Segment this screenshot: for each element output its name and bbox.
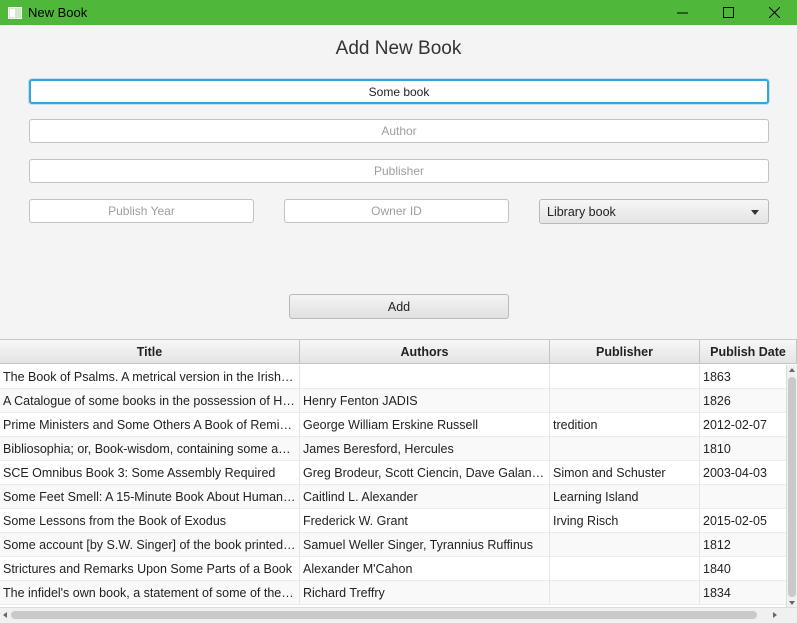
cell-publisher — [550, 533, 700, 557]
cell-publisher — [550, 389, 700, 413]
cell-authors — [300, 365, 550, 389]
vertical-scrollbar[interactable] — [786, 365, 797, 608]
cell-authors: Greg Brodeur, Scott Ciencin, Dave Galant… — [300, 461, 550, 485]
cell-publisher: tredition — [550, 413, 700, 437]
cell-publish-date: 1810 — [703, 442, 731, 456]
scroll-left-icon[interactable] — [3, 612, 7, 618]
scroll-down-icon[interactable] — [789, 601, 795, 605]
author-input[interactable] — [29, 119, 769, 143]
scroll-up-icon[interactable] — [789, 368, 795, 372]
cell-publisher — [550, 437, 700, 461]
cell-authors: Richard Treffry — [300, 581, 550, 605]
cell-publisher: Simon and Schuster — [550, 461, 700, 485]
cell-publish-date: 1812 — [703, 538, 731, 552]
column-header-authors[interactable]: Authors — [300, 340, 550, 364]
owner-id-input[interactable] — [284, 199, 509, 223]
cell-publisher — [550, 365, 700, 389]
cell-authors: Frederick W. Grant — [300, 509, 550, 533]
page-title: Add New Book — [335, 38, 462, 59]
minimize-button[interactable] — [659, 0, 705, 25]
cell-authors: Samuel Weller Singer, Tyrannius Ruffinus — [300, 533, 550, 557]
cell-publish-date: 2012-02-07 — [703, 418, 767, 432]
cell-publish-date: 1840 — [703, 562, 731, 576]
cell-title: Prime Ministers and Some Others A Book o… — [0, 413, 300, 437]
cell-publish-date: 1863 — [703, 370, 731, 384]
table-row[interactable]: SCE Omnibus Book 3: Some Assembly Requir… — [0, 461, 786, 485]
book-type-select[interactable]: Library book — [539, 199, 769, 224]
horizontal-scroll-thumb[interactable] — [11, 611, 757, 619]
cell-publish-date: 1826 — [703, 394, 731, 408]
horizontal-scrollbar[interactable] — [0, 607, 797, 623]
table-row[interactable]: Bibliosophia; or, Book-wisdom, containin… — [0, 437, 786, 461]
cell-publish-date: 1834 — [703, 586, 731, 600]
minimize-icon — [676, 12, 688, 14]
title-bar[interactable]: New Book — [0, 0, 797, 25]
window-title: New Book — [28, 5, 88, 20]
cell-title: Strictures and Remarks Upon Some Parts o… — [0, 557, 300, 581]
books-table: Title Authors Publisher Publish Date The… — [0, 339, 797, 623]
scroll-right-icon[interactable] — [773, 612, 777, 618]
table-row[interactable]: Some Feet Smell: A 15-Minute Book About … — [0, 485, 786, 509]
cell-title: Bibliosophia; or, Book-wisdom, containin… — [0, 437, 300, 461]
cell-title: Some Lessons from the Book of Exodus — [0, 509, 300, 533]
table-row[interactable]: A Catalogue of some books in the possess… — [0, 389, 786, 413]
cell-authors: Caitlind L. Alexander — [300, 485, 550, 509]
book-type-selected-value: Library book — [547, 204, 616, 219]
cell-publisher — [550, 557, 700, 581]
add-button[interactable]: Add — [289, 294, 509, 319]
cell-title: SCE Omnibus Book 3: Some Assembly Requir… — [0, 461, 300, 485]
table-header: Title Authors Publisher Publish Date — [0, 340, 797, 364]
vertical-scroll-thumb[interactable] — [788, 377, 796, 597]
window-controls — [659, 0, 797, 25]
cell-publish-date: 2015-02-05 — [703, 514, 767, 528]
cell-publish-date: 2003-04-03 — [703, 466, 767, 480]
cell-publish-date — [700, 485, 786, 509]
cell-authors: Henry Fenton JADIS — [300, 389, 550, 413]
cell-title: The Book of Psalms. A metrical version i… — [0, 365, 300, 389]
cell-publisher: Irving Risch — [550, 509, 700, 533]
app-icon — [8, 6, 22, 19]
new-book-window: New Book Add New Book Library book Add T… — [0, 0, 797, 623]
column-header-publisher[interactable]: Publisher — [550, 340, 700, 364]
table-row[interactable]: The Book of Psalms. A metrical version i… — [0, 365, 786, 389]
maximize-button[interactable] — [705, 0, 751, 25]
cell-title: Some account [by S.W. Singer] of the boo… — [0, 533, 300, 557]
cell-publisher: Learning Island — [550, 485, 700, 509]
table-row[interactable]: Some Lessons from the Book of Exodus Fred… — [0, 509, 786, 533]
cell-authors: Alexander M'Cahon — [300, 557, 550, 581]
cell-title: A Catalogue of some books in the possess… — [0, 389, 300, 413]
close-button[interactable] — [751, 0, 797, 25]
title-input[interactable] — [29, 79, 769, 104]
close-icon — [768, 7, 780, 18]
table-row[interactable]: The infidel's own book, a statement of s… — [0, 581, 786, 605]
cell-title: Some Feet Smell: A 15-Minute Book About … — [0, 485, 300, 509]
table-row[interactable]: Prime Ministers and Some Others A Book o… — [0, 413, 786, 437]
table-row[interactable]: Strictures and Remarks Upon Some Parts o… — [0, 557, 786, 581]
chevron-down-icon — [751, 210, 759, 215]
maximize-icon — [722, 7, 734, 18]
table-row[interactable]: Some account [by S.W. Singer] of the boo… — [0, 533, 786, 557]
cell-publisher — [550, 581, 700, 605]
column-header-publish-date[interactable]: Publish Date — [700, 340, 797, 364]
cell-authors: James Beresford, Hercules — [300, 437, 550, 461]
publisher-input[interactable] — [29, 159, 769, 183]
table-body: The Book of Psalms. A metrical version i… — [0, 365, 786, 605]
publish-year-input[interactable] — [29, 199, 254, 223]
cell-title: The infidel's own book, a statement of s… — [0, 581, 300, 605]
cell-authors: George William Erskine Russell — [300, 413, 550, 437]
column-header-title[interactable]: Title — [0, 340, 300, 364]
